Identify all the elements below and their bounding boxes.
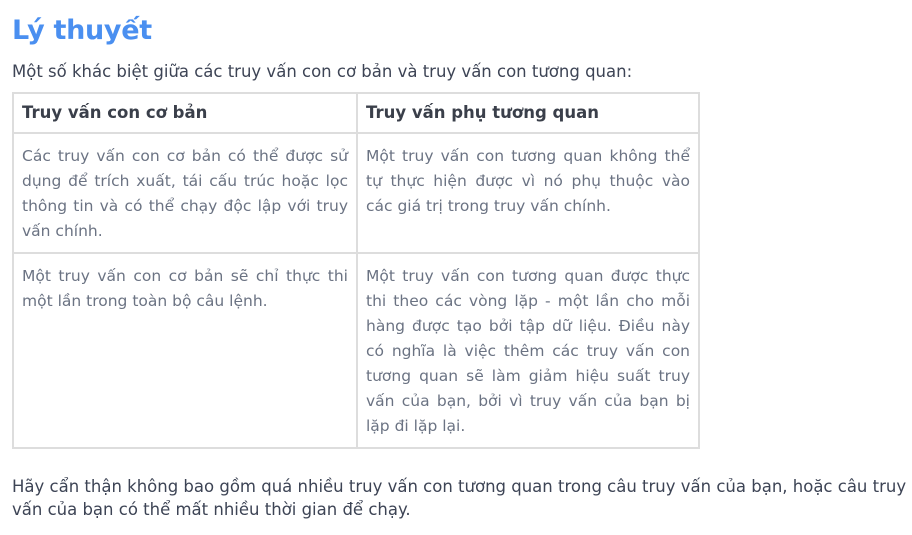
table-cell: Các truy vấn con cơ bản có thể được sử d… bbox=[12, 132, 358, 254]
table-row: Các truy vấn con cơ bản có thể được sử d… bbox=[12, 132, 700, 254]
warning-note: Hãy cẩn thận không bao gồm quá nhiều tru… bbox=[12, 477, 907, 519]
table-header-row: Truy vấn con cơ bản Truy vấn phụ tương q… bbox=[12, 92, 700, 134]
section-title: Lý thuyết bbox=[12, 15, 152, 46]
table-cell: Một truy vấn con cơ bản sẽ chỉ thực thi … bbox=[12, 252, 358, 449]
table-cell: Một truy vấn con tương quan không thể tự… bbox=[356, 132, 700, 254]
table-row: Một truy vấn con cơ bản sẽ chỉ thực thi … bbox=[12, 252, 700, 449]
intro-text: Một số khác biệt giữa các truy vấn con c… bbox=[12, 62, 633, 81]
theory-section: Lý thuyết Một số khác biệt giữa các truy… bbox=[12, 14, 908, 521]
comparison-table: Truy vấn con cơ bản Truy vấn phụ tương q… bbox=[12, 92, 700, 449]
header-basic-subquery: Truy vấn con cơ bản bbox=[12, 92, 358, 134]
table-cell: Một truy vấn con tương quan được thực th… bbox=[356, 252, 700, 449]
header-correlated-subquery: Truy vấn phụ tương quan bbox=[356, 92, 700, 134]
